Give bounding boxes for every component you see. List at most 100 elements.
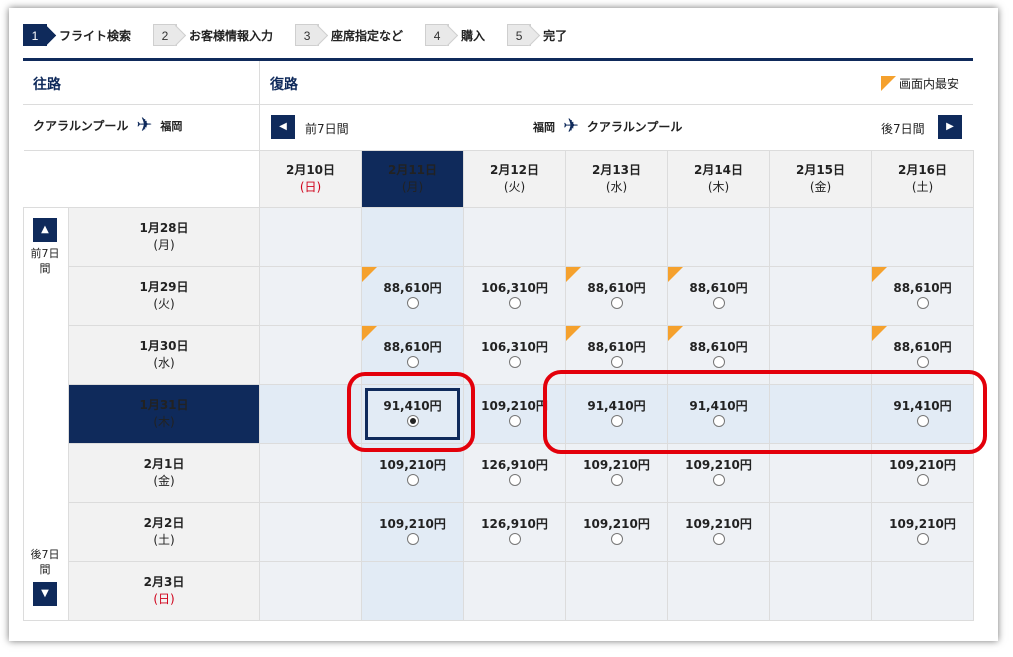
- fare-cell-empty: [667, 207, 770, 267]
- fare-price: 109,210円: [889, 517, 956, 531]
- fare-price: 126,910円: [481, 458, 548, 472]
- fare-price: 88,610円: [383, 281, 442, 295]
- outbound-route: クアラルンプール ✈ 福岡: [33, 114, 183, 136]
- return-route: 福岡 ✈ クアラルンプール: [533, 115, 683, 137]
- fare-radio[interactable]: [610, 474, 623, 486]
- fare-cell[interactable]: 88,610円: [871, 266, 974, 326]
- fare-cell-empty: [259, 325, 362, 385]
- fare-cell-empty: [871, 207, 974, 267]
- next-week-outbound-label[interactable]: 後7日間: [27, 547, 63, 577]
- cheapest-marker-icon: [881, 76, 896, 91]
- fare-cell-empty: [769, 207, 872, 267]
- fare-radio[interactable]: [712, 474, 725, 486]
- step-complete: 5 完了: [507, 24, 567, 46]
- prev-week-button[interactable]: ◀: [271, 115, 295, 139]
- fare-cell-empty: [565, 207, 668, 267]
- fare-radio[interactable]: [712, 297, 725, 309]
- highlight-selected-fare: [347, 372, 475, 452]
- col-header: 2月12日 (火): [463, 150, 566, 208]
- row-header: 2月3日 (日): [68, 561, 260, 621]
- fare-cell[interactable]: 88,610円: [667, 266, 770, 326]
- fare-radio[interactable]: [610, 533, 623, 545]
- fare-cell-empty: [769, 561, 872, 621]
- fare-radio[interactable]: [508, 297, 521, 309]
- fare-radio[interactable]: [916, 533, 929, 545]
- fare-cell-empty: [259, 502, 362, 562]
- fare-cell-empty: [769, 266, 872, 326]
- fare-cell[interactable]: 109,210円: [667, 502, 770, 562]
- fare-price: 88,610円: [587, 281, 646, 295]
- fare-radio[interactable]: [712, 533, 725, 545]
- fare-price: 109,210円: [583, 458, 650, 472]
- cheapest-marker-icon: [668, 326, 683, 341]
- cheapest-marker-icon: [566, 326, 581, 341]
- fare-cell-empty: [259, 443, 362, 503]
- prev-week-outbound-label[interactable]: 前7日間: [27, 246, 63, 276]
- cheapest-marker-icon: [872, 326, 887, 341]
- next-week-label[interactable]: 後7日間: [881, 120, 925, 137]
- fare-cell[interactable]: 109,210円: [871, 502, 974, 562]
- cheapest-marker-icon: [362, 267, 377, 282]
- airplane-icon: ✈: [563, 115, 579, 137]
- step-seat-selection: 3 座席指定など: [295, 24, 403, 46]
- fare-cell-empty: [565, 561, 668, 621]
- fare-price: 109,210円: [583, 517, 650, 531]
- row-header: 1月30日 (水): [68, 325, 260, 385]
- fare-radio[interactable]: [610, 356, 623, 368]
- fare-cell-empty: [463, 561, 566, 621]
- fare-price: 126,910円: [481, 517, 548, 531]
- fare-radio[interactable]: [610, 297, 623, 309]
- header-divider: [23, 58, 973, 61]
- return-title: 復路: [270, 77, 298, 93]
- airplane-icon: ✈: [136, 114, 153, 136]
- fare-cell[interactable]: 126,910円: [463, 443, 566, 503]
- cheapest-marker-icon: [566, 267, 581, 282]
- fare-cell-empty: [769, 502, 872, 562]
- col-header: 2月13日 (水): [565, 150, 668, 208]
- fare-price: 88,610円: [383, 340, 442, 354]
- fare-radio[interactable]: [406, 474, 419, 486]
- fare-cell[interactable]: 109,210円: [361, 502, 464, 562]
- col-header: 2月10日 (日): [259, 150, 362, 208]
- step-customer-info: 2 お客様情報入力: [153, 24, 273, 46]
- fare-cell-empty: [667, 561, 770, 621]
- fare-radio[interactable]: [916, 297, 929, 309]
- fare-radio[interactable]: [508, 415, 521, 427]
- fare-radio[interactable]: [508, 356, 521, 368]
- fare-cell[interactable]: 88,610円: [565, 266, 668, 326]
- prev-week-outbound-button[interactable]: ▲: [33, 218, 57, 242]
- fare-cell[interactable]: 109,210円: [361, 443, 464, 503]
- fare-price: 109,210円: [379, 517, 446, 531]
- fare-price: 106,310円: [481, 281, 548, 295]
- fare-cell-empty: [463, 207, 566, 267]
- fare-radio[interactable]: [916, 474, 929, 486]
- row-header: 2月2日 (土): [68, 502, 260, 562]
- col-header: 2月16日 (土): [871, 150, 974, 208]
- next-week-button[interactable]: ▶: [938, 115, 962, 139]
- row-header: 1月28日 (月): [68, 207, 260, 267]
- next-week-outbound-button[interactable]: ▼: [33, 582, 57, 606]
- fare-price: 88,610円: [587, 340, 646, 354]
- fare-cell-empty: [259, 207, 362, 267]
- fare-cell[interactable]: 88,610円: [361, 266, 464, 326]
- fare-radio[interactable]: [406, 533, 419, 545]
- outbound-title: 往路: [33, 77, 61, 93]
- fare-radio[interactable]: [406, 297, 419, 309]
- col-header: 2月14日 (木): [667, 150, 770, 208]
- step-purchase: 4 購入: [425, 24, 485, 46]
- fare-radio[interactable]: [406, 356, 419, 368]
- prev-week-label[interactable]: 前7日間: [305, 120, 349, 137]
- fare-radio[interactable]: [508, 474, 521, 486]
- cheapest-marker-icon: [872, 267, 887, 282]
- fare-cell-empty: [361, 561, 464, 621]
- row-header: 1月29日 (火): [68, 266, 260, 326]
- fare-cell[interactable]: 126,910円: [463, 502, 566, 562]
- fare-radio[interactable]: [916, 356, 929, 368]
- cheapest-legend: 画面内最安: [881, 75, 959, 92]
- fare-price: 109,210円: [889, 458, 956, 472]
- fare-radio[interactable]: [508, 533, 521, 545]
- fare-cell[interactable]: 106,310円: [463, 266, 566, 326]
- fare-radio[interactable]: [712, 356, 725, 368]
- highlight-same-price-fares: [543, 370, 987, 454]
- fare-cell[interactable]: 109,210円: [565, 502, 668, 562]
